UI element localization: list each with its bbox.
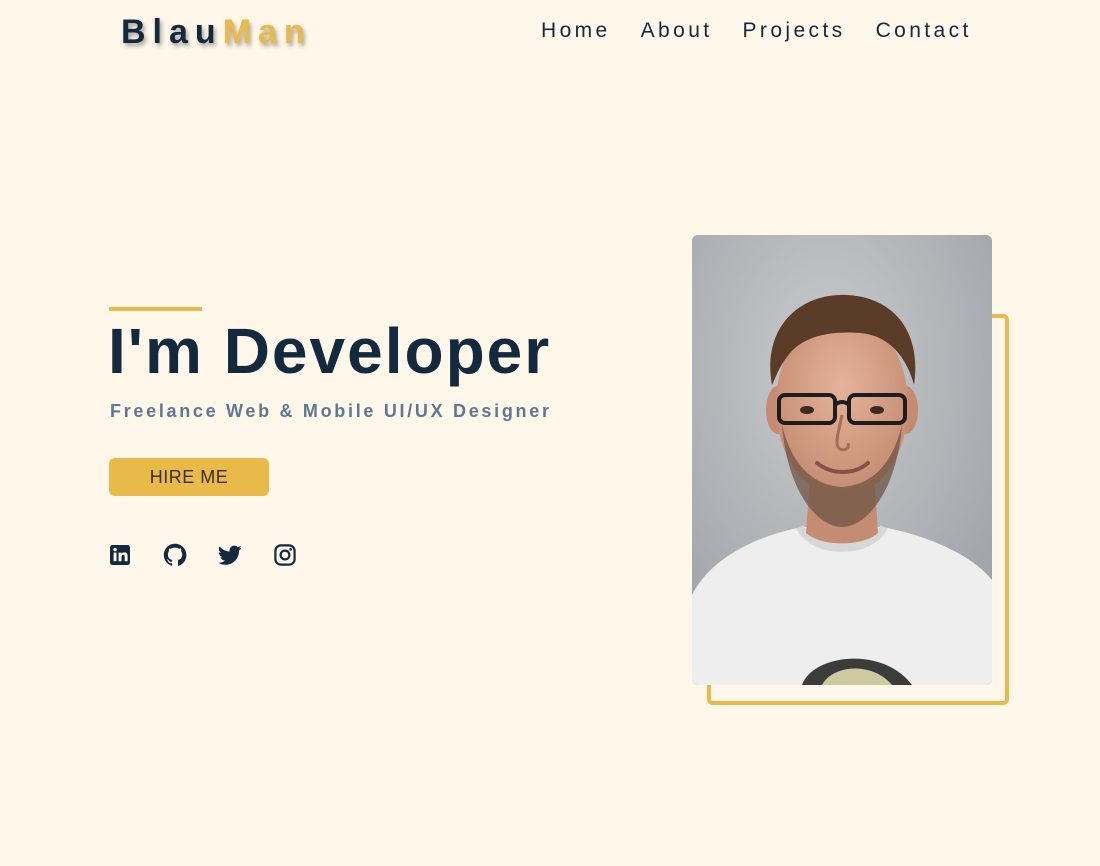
logo[interactable]: BlauMan	[121, 12, 312, 52]
github-icon	[163, 543, 187, 566]
hero-title: I'm Developer	[108, 315, 552, 387]
nav-link-home[interactable]: Home	[541, 19, 611, 43]
profile-photo	[692, 235, 992, 685]
nav-link-contact[interactable]: Contact	[876, 19, 972, 43]
twitter-link[interactable]	[218, 543, 242, 567]
main-nav: Home About Projects Contact	[541, 19, 972, 43]
social-links	[108, 543, 297, 567]
instagram-icon	[274, 544, 296, 566]
profile-photo-illustration	[692, 235, 992, 685]
nav-link-about[interactable]: About	[641, 19, 713, 43]
hero-subtitle: Freelance Web & Mobile UI/UX Designer	[110, 401, 552, 421]
hire-me-button[interactable]: HIRE ME	[109, 458, 269, 496]
linkedin-icon	[110, 545, 130, 565]
twitter-icon	[218, 545, 242, 565]
logo-text-accent: Man	[222, 13, 312, 51]
logo-text-primary: Blau	[121, 13, 223, 51]
nav-link-projects[interactable]: Projects	[743, 19, 846, 43]
github-link[interactable]	[163, 543, 187, 567]
instagram-link[interactable]	[273, 543, 297, 567]
linkedin-link[interactable]	[108, 543, 132, 567]
title-accent-line	[109, 307, 202, 311]
